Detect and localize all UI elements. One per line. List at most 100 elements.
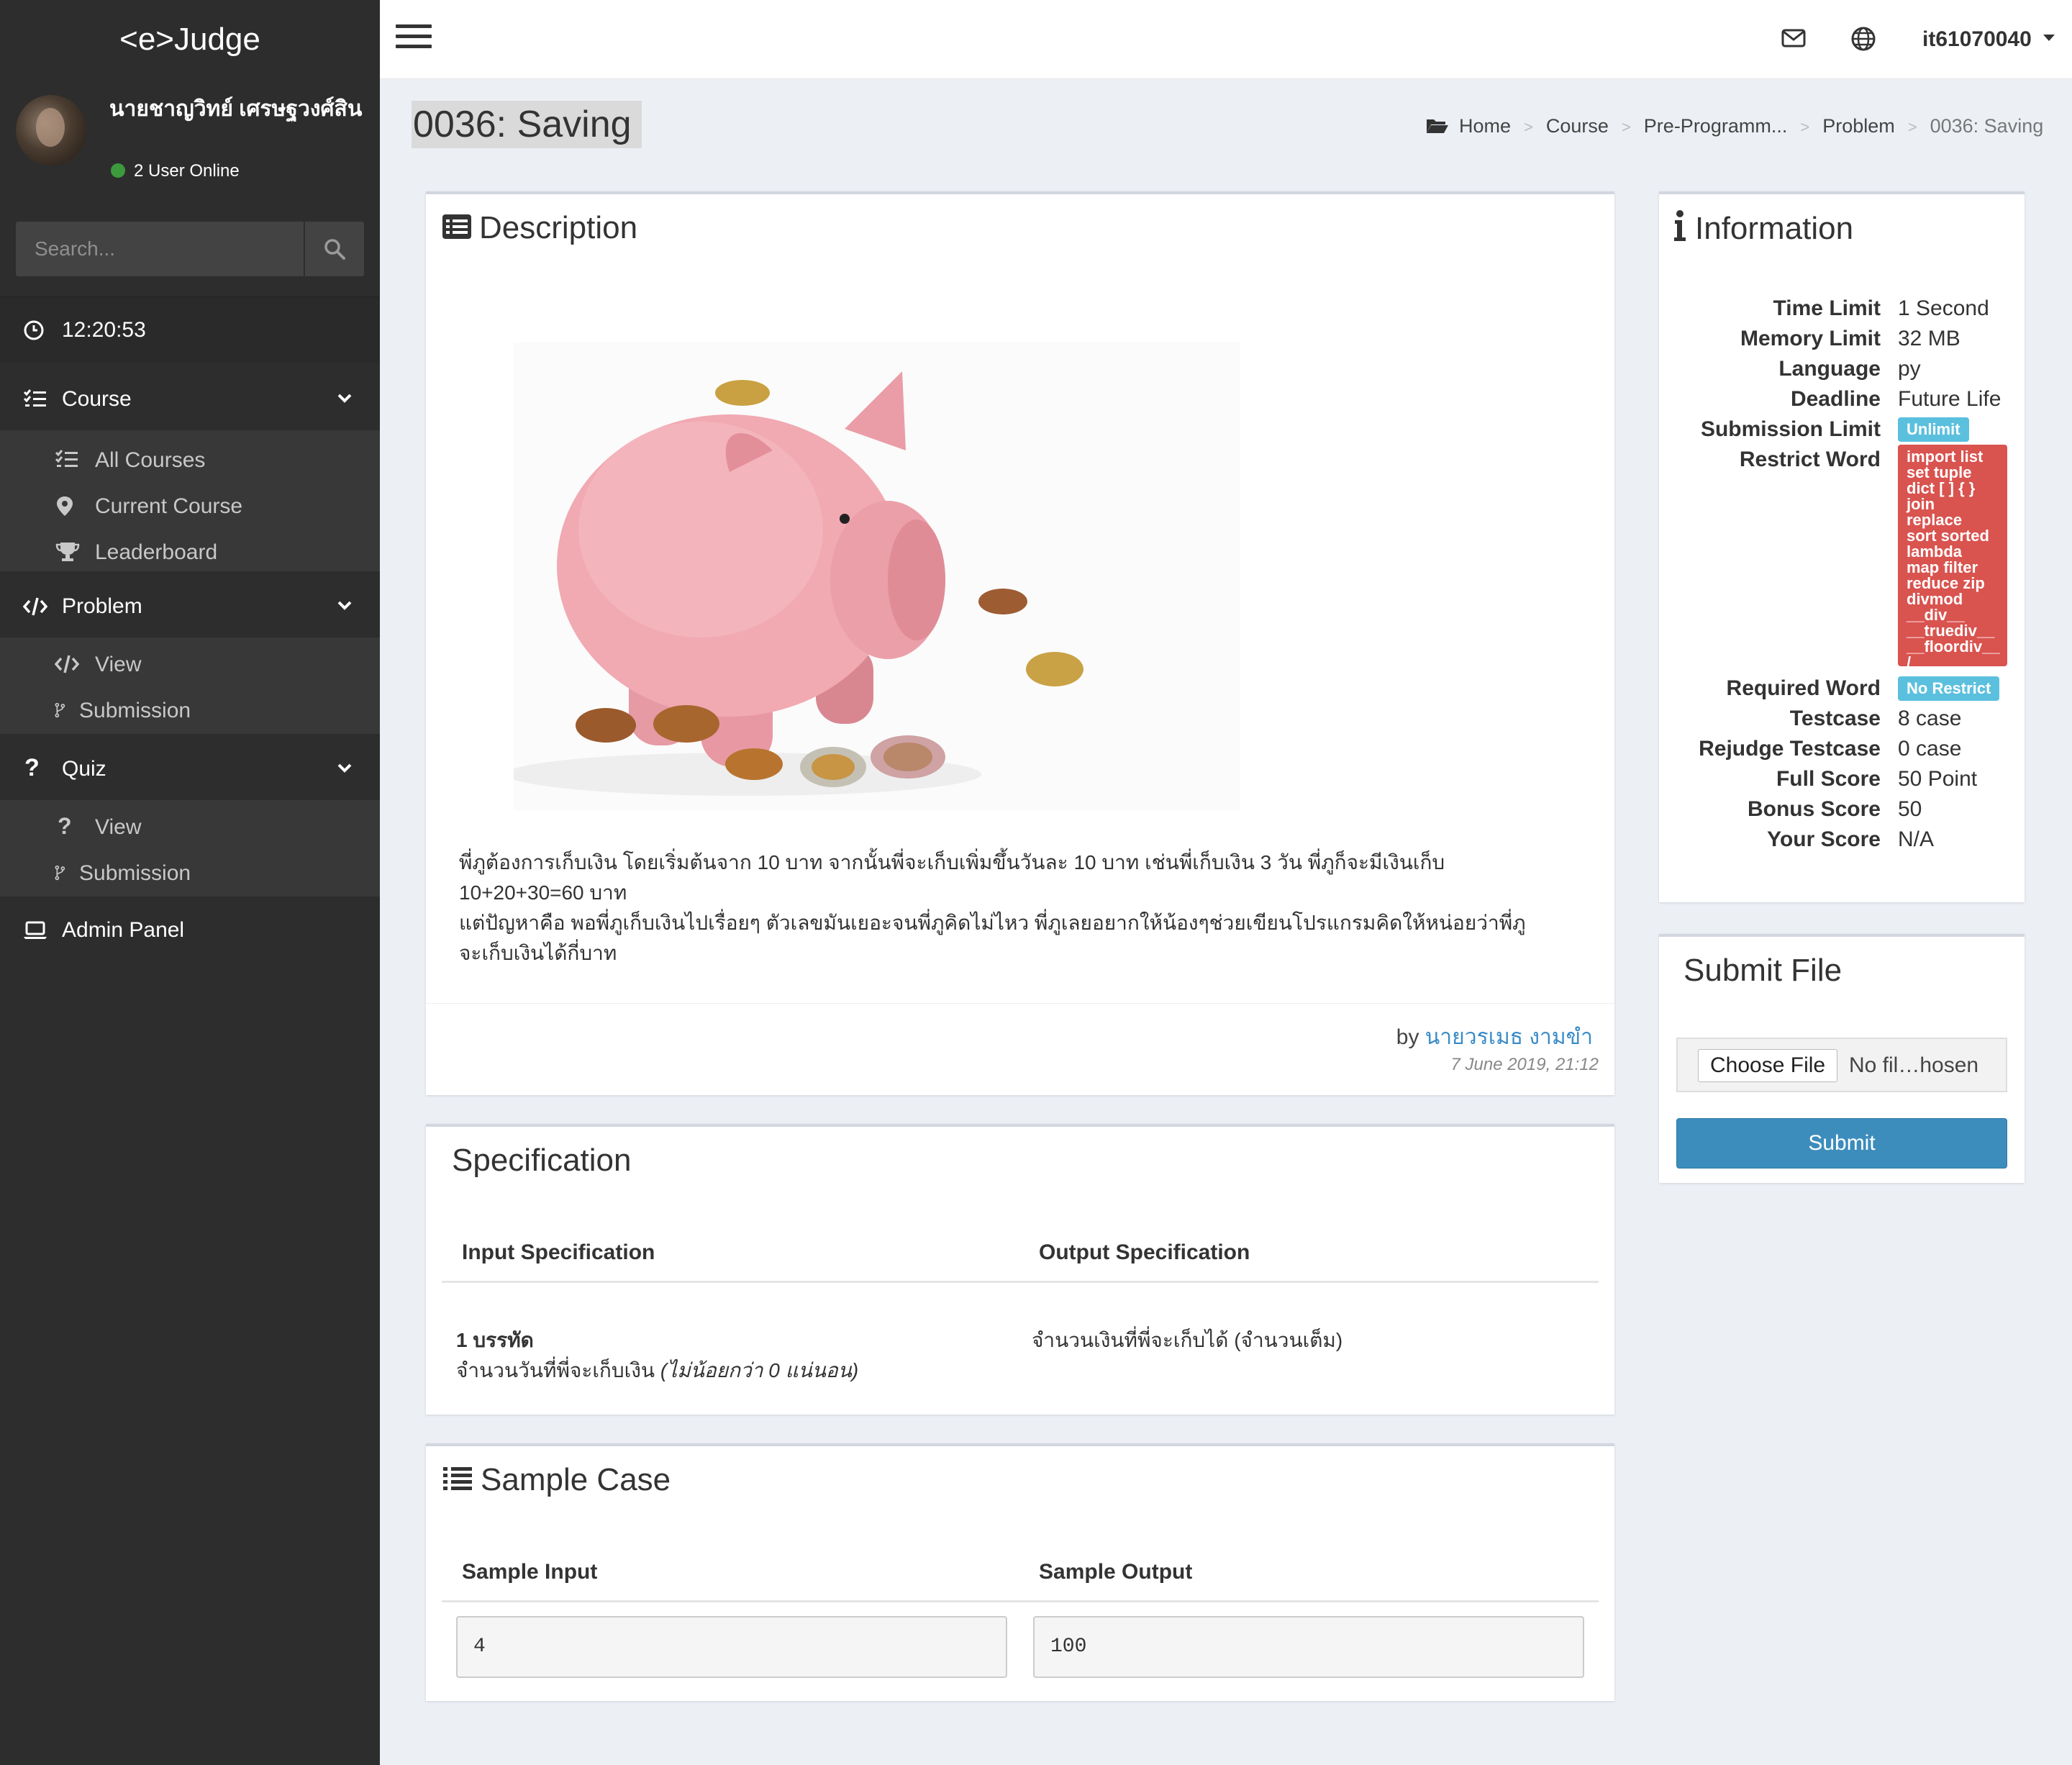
sidebar-item-label: Admin Panel — [62, 918, 185, 942]
breadcrumb-course-name[interactable]: Pre-Programm... — [1644, 115, 1788, 137]
sidebar-item-quiz[interactable]: ? Quiz — [0, 738, 380, 800]
sidebar-item-quiz-view[interactable]: ? View — [0, 804, 380, 850]
sidebar-item-label: View — [95, 653, 142, 676]
info-label: Memory Limit — [1740, 327, 1881, 350]
sidebar-item-label: All Courses — [95, 448, 206, 472]
info-value: py — [1898, 357, 1921, 381]
author-link[interactable]: นายวรเมธ งามขำ — [1425, 1025, 1593, 1049]
avatar — [16, 95, 86, 165]
sidebar-item-label: Submission — [79, 699, 191, 722]
input-spec-header: Input Specification — [462, 1240, 655, 1264]
status-badge: No Restrict — [1898, 676, 2000, 701]
info-label: Rejudge Testcase — [1699, 737, 1881, 761]
breadcrumb-separator: > — [1524, 118, 1533, 136]
list-alt-icon — [442, 214, 471, 239]
info-value: Future Life — [1898, 387, 2001, 411]
sidebar-item-leaderboard[interactable]: Leaderboard — [0, 530, 380, 576]
info-label: Your Score — [1767, 827, 1881, 851]
sidebar-item-quiz-submission[interactable]: Submission — [0, 850, 380, 897]
user-name: นายชาญวิทย์ เศรษฐวงศ์สิน — [109, 97, 363, 121]
divider — [442, 1281, 1599, 1283]
piggy-bank-image — [514, 342, 1240, 810]
code-icon — [55, 655, 80, 673]
input-spec-text: จำนวนวันที่พี่จะเก็บเงิน (ไม่น้อยกว่า 0 … — [456, 1356, 858, 1386]
sidebar-item-label: Course — [62, 387, 132, 411]
breadcrumb-separator: > — [1621, 118, 1631, 136]
quiz-submenu: ? View Submission — [0, 800, 380, 897]
restrict-word: __truediv__ — [1907, 622, 1995, 640]
search-icon — [324, 239, 345, 260]
submit-file-heading: Submit File — [1684, 953, 1842, 988]
envelope-icon[interactable] — [1781, 27, 1806, 49]
restrict-word: divmod — [1907, 590, 1963, 608]
divider — [426, 1003, 1614, 1004]
info-label: Language — [1778, 357, 1881, 381]
sample-output-field[interactable]: 100 — [1033, 1616, 1584, 1678]
laptop-icon — [24, 921, 47, 939]
sidebar-item-problem[interactable]: Problem — [0, 576, 380, 638]
tasks-icon — [23, 389, 46, 407]
globe-icon[interactable] — [1850, 26, 1876, 52]
folder-open-icon — [1427, 119, 1448, 133]
sidebar-item-problem-submission[interactable]: Submission — [0, 688, 380, 734]
info-label: Required Word — [1726, 676, 1881, 700]
search-input[interactable] — [16, 222, 304, 276]
specification-box: Specification Input Specification Output… — [426, 1124, 1614, 1415]
description-line: 10+20+30=60 บาท — [459, 881, 627, 904]
file-input[interactable]: Choose File No fil…hosen — [1676, 1038, 2007, 1092]
choose-file-button[interactable]: Choose File — [1698, 1049, 1838, 1082]
specification-heading: Specification — [452, 1143, 632, 1178]
description-line: พี่ภูต้องการเก็บเงิน โดยเริ่มต้นจาก 10 บ… — [459, 851, 1445, 874]
sidebar-item-all-courses[interactable]: All Courses — [0, 437, 380, 484]
description-heading-text: Description — [479, 210, 638, 245]
user-online-status: 2 User Online — [111, 161, 240, 181]
breadcrumb-problem[interactable]: Problem — [1822, 115, 1895, 137]
description-text: พี่ภูต้องการเก็บเงิน โดยเริ่มต้นจาก 10 บ… — [459, 848, 1589, 968]
info-submission-limit: Submission Limit Unlimit — [1659, 417, 2025, 448]
online-dot-icon — [111, 163, 125, 178]
sidebar-item-problem-view[interactable]: View — [0, 642, 380, 688]
caret-down-icon — [2043, 35, 2055, 41]
description-line: จะเก็บเงินได้กี่บาท — [459, 942, 617, 964]
page-title: 0036: Saving — [412, 101, 642, 148]
search-button[interactable] — [304, 222, 364, 276]
breadcrumb-course[interactable]: Course — [1546, 115, 1609, 137]
info-icon — [1674, 210, 1686, 241]
restrict-word: __floordiv__ — [1907, 638, 2000, 655]
info-value: N/A — [1898, 827, 1935, 851]
restrict-word-badge: import list set tuple dict [ ] { } join … — [1898, 445, 2007, 671]
breadcrumb-separator: > — [1907, 118, 1917, 136]
question-icon: ? — [24, 754, 40, 781]
sidebar-item-course[interactable]: Course — [0, 368, 380, 430]
sample-output-header: Sample Output — [1039, 1560, 1193, 1584]
breadcrumb-home[interactable]: Home — [1459, 115, 1511, 137]
input-spec-content: 1 บรรทัด จำนวนวันที่พี่จะเก็บเงิน (ไม่น้… — [456, 1325, 858, 1386]
restrict-word: import list — [1907, 448, 1984, 466]
info-value: 50 Point — [1898, 767, 1978, 791]
status-badge: Unlimit — [1898, 417, 1969, 442]
chevron-down-icon — [337, 601, 352, 610]
restrict-word: sort sorted — [1907, 527, 1989, 545]
sidebar-item-admin-panel[interactable]: Admin Panel — [0, 899, 380, 961]
restrict-word: dict [ ] { } — [1907, 479, 1976, 497]
info-value: 1 Second — [1898, 296, 1989, 320]
info-time-limit: Time Limit 1 Second — [1659, 296, 2025, 327]
chevron-down-icon — [337, 394, 352, 403]
problem-submenu: View Submission — [0, 638, 380, 734]
description-heading: Description — [442, 210, 637, 246]
submit-button[interactable]: Submit — [1676, 1118, 2007, 1169]
sample-input-field[interactable]: 4 — [456, 1616, 1007, 1678]
sidebar-item-current-course[interactable]: Current Course — [0, 484, 380, 530]
info-value: 0 case — [1898, 737, 1962, 761]
sample-case-box: Sample Case Sample Input Sample Output 4… — [426, 1443, 1614, 1701]
divider — [442, 1600, 1599, 1602]
restrict-word: join — [1907, 495, 1935, 513]
bars-icon[interactable] — [396, 24, 432, 53]
user-menu[interactable]: it61070040 — [1922, 27, 2056, 52]
app-logo[interactable]: <e>Judge — [0, 0, 380, 79]
info-label: Deadline — [1790, 387, 1881, 411]
information-heading: Information — [1673, 210, 1853, 247]
information-heading-text: Information — [1695, 211, 1854, 246]
author-date: 7 June 2019, 21:12 — [1450, 1055, 1599, 1074]
sample-input-header: Sample Input — [462, 1560, 598, 1584]
